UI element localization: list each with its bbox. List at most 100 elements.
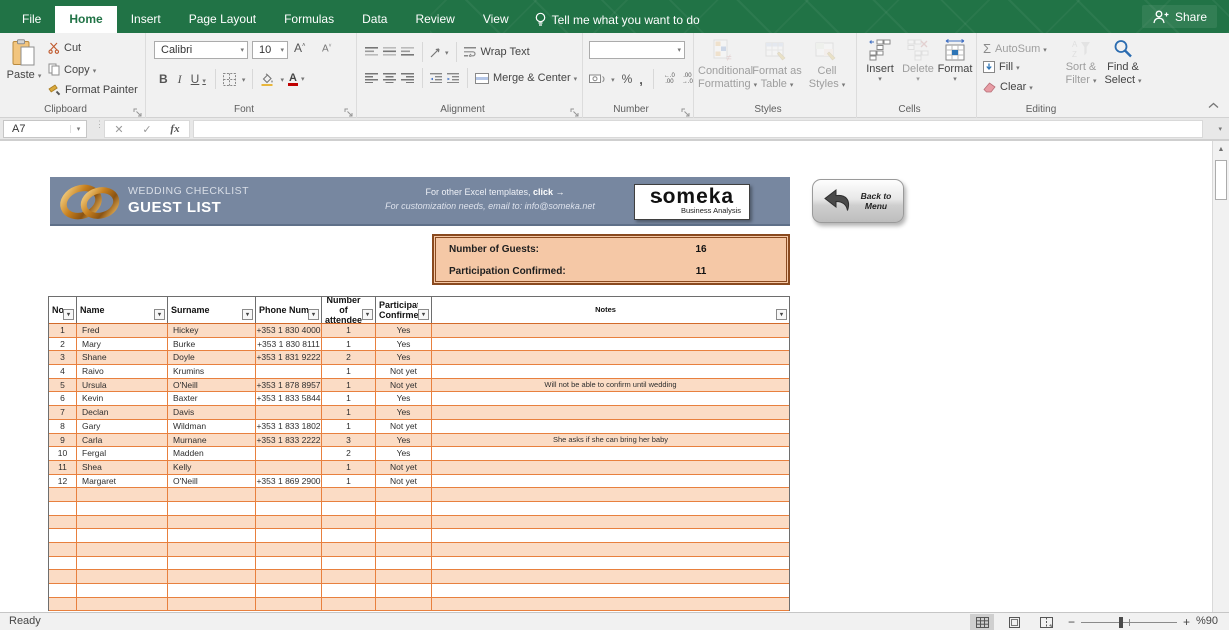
autosum-button[interactable]: Σ AutoSum [983, 41, 1047, 56]
align-right-button[interactable] [401, 72, 415, 84]
cancel-entry-icon[interactable]: ✕ [114, 123, 123, 136]
cell-surname[interactable]: Wildman [168, 420, 256, 433]
cell-attendees[interactable] [322, 502, 376, 515]
italic-button[interactable]: I [175, 72, 185, 87]
cell-phone[interactable] [256, 570, 322, 583]
borders-button[interactable] [223, 73, 246, 86]
cell-surname[interactable] [168, 488, 256, 501]
cell-surname[interactable]: Doyle [168, 351, 256, 364]
tab-view[interactable]: View [469, 6, 523, 33]
cell-name[interactable]: Margaret [77, 475, 168, 488]
table-row[interactable]: 7DeclanDavis1Yes [49, 406, 789, 420]
cell-phone[interactable] [256, 557, 322, 570]
cell-no[interactable]: 4 [49, 365, 77, 378]
number-format-select[interactable]: ▾ [589, 41, 685, 59]
cell-name[interactable] [77, 543, 168, 556]
cell-attendees[interactable]: 1 [322, 475, 376, 488]
align-center-button[interactable] [383, 72, 397, 84]
cell-phone[interactable] [256, 516, 322, 529]
normal-view-button[interactable] [970, 614, 994, 630]
cell-name[interactable]: Raivo [77, 365, 168, 378]
cell-phone[interactable]: +353 1 833 2222 [256, 434, 322, 447]
cell-attendees[interactable]: 1 [322, 461, 376, 474]
insert-function-button[interactable]: fx [170, 123, 179, 135]
grow-font-button[interactable]: A˄ [294, 41, 306, 55]
cell-confirmed[interactable] [376, 488, 432, 501]
cell-name[interactable]: Shane [77, 351, 168, 364]
table-row[interactable] [49, 584, 789, 598]
cell-attendees[interactable]: 1 [322, 338, 376, 351]
cell-confirmed[interactable]: Yes [376, 324, 432, 337]
name-box[interactable]: A7 ▾ [3, 120, 87, 138]
cell-surname[interactable] [168, 570, 256, 583]
fill-color-button[interactable] [260, 73, 284, 86]
cell-surname[interactable]: Hickey [168, 324, 256, 337]
cell-confirmed[interactable] [376, 557, 432, 570]
cell-no[interactable]: 12 [49, 475, 77, 488]
cell-attendees[interactable]: 2 [322, 447, 376, 460]
cell-confirmed[interactable]: Not yet [376, 461, 432, 474]
cell-no[interactable]: 11 [49, 461, 77, 474]
cell-no[interactable] [49, 598, 77, 611]
cell-notes[interactable]: She asks if she can bring her baby [432, 434, 789, 447]
cell-confirmed[interactable] [376, 584, 432, 597]
cell-phone[interactable] [256, 543, 322, 556]
table-row[interactable]: 2MaryBurke+353 1 830 81111Yes [49, 338, 789, 352]
cell-phone[interactable]: +353 1 833 5844 [256, 392, 322, 405]
table-row[interactable]: 6KevinBaxter+353 1 833 58441Yes [49, 392, 789, 406]
filter-dropdown-icon[interactable]: ▾ [242, 309, 253, 320]
alignment-dialog-launcher-icon[interactable] [570, 106, 579, 115]
cell-attendees[interactable]: 3 [322, 434, 376, 447]
cell-notes[interactable] [432, 461, 789, 474]
increase-decimal-button[interactable]: ←.0 .00 [664, 73, 675, 85]
cell-confirmed[interactable]: Yes [376, 351, 432, 364]
cell-phone[interactable]: +353 1 878 8957 [256, 379, 322, 392]
cell-phone[interactable]: +353 1 830 8111 [256, 338, 322, 351]
cell-phone[interactable] [256, 406, 322, 419]
table-row[interactable] [49, 502, 789, 516]
cell-no[interactable] [49, 488, 77, 501]
scrollbar-thumb[interactable] [1215, 160, 1227, 200]
cell-no[interactable] [49, 529, 77, 542]
cell-no[interactable]: 10 [49, 447, 77, 460]
cell-surname[interactable]: Baxter [168, 392, 256, 405]
cell-notes[interactable] [432, 338, 789, 351]
cell-notes[interactable] [432, 557, 789, 570]
cell-surname[interactable] [168, 598, 256, 611]
formula-bar-divider[interactable]: ⋮ [95, 122, 104, 126]
cell-no[interactable]: 1 [49, 324, 77, 337]
cell-name[interactable]: Carla [77, 434, 168, 447]
page-break-preview-button[interactable] [1034, 614, 1058, 630]
cell-phone[interactable] [256, 529, 322, 542]
promo-click-link[interactable]: click → [533, 187, 565, 197]
cell-confirmed[interactable] [376, 502, 432, 515]
font-color-button[interactable]: A [288, 72, 304, 86]
tab-home[interactable]: Home [55, 6, 116, 33]
cell-name[interactable] [77, 557, 168, 570]
formula-input[interactable] [193, 120, 1203, 138]
tab-formulas[interactable]: Formulas [270, 6, 348, 33]
page-layout-view-button[interactable] [1002, 614, 1026, 630]
tell-me-box[interactable]: Tell me what you want to do [523, 6, 712, 33]
cell-confirmed[interactable] [376, 529, 432, 542]
cell-surname[interactable]: Burke [168, 338, 256, 351]
copy-button[interactable]: Copy [48, 63, 96, 76]
cell-notes[interactable] [432, 392, 789, 405]
cell-name[interactable]: Gary [77, 420, 168, 433]
cell-attendees[interactable] [322, 584, 376, 597]
align-top-button[interactable] [365, 46, 379, 58]
font-size-select[interactable]: 10 ▾ [252, 41, 288, 59]
cell-notes[interactable] [432, 324, 789, 337]
insert-cells-button[interactable]: Insert ▾ [863, 37, 897, 83]
cell-no[interactable] [49, 502, 77, 515]
cell-no[interactable]: 2 [49, 338, 77, 351]
cell-notes[interactable] [432, 516, 789, 529]
cell-notes[interactable] [432, 543, 789, 556]
tab-insert[interactable]: Insert [117, 6, 175, 33]
zoom-in-button[interactable]: + [1183, 615, 1190, 629]
cell-attendees[interactable]: 1 [322, 392, 376, 405]
cell-name[interactable]: Mary [77, 338, 168, 351]
table-row[interactable]: 11SheaKelly1Not yet [49, 461, 789, 475]
cell-attendees[interactable] [322, 516, 376, 529]
zoom-slider-thumb[interactable] [1119, 617, 1123, 628]
